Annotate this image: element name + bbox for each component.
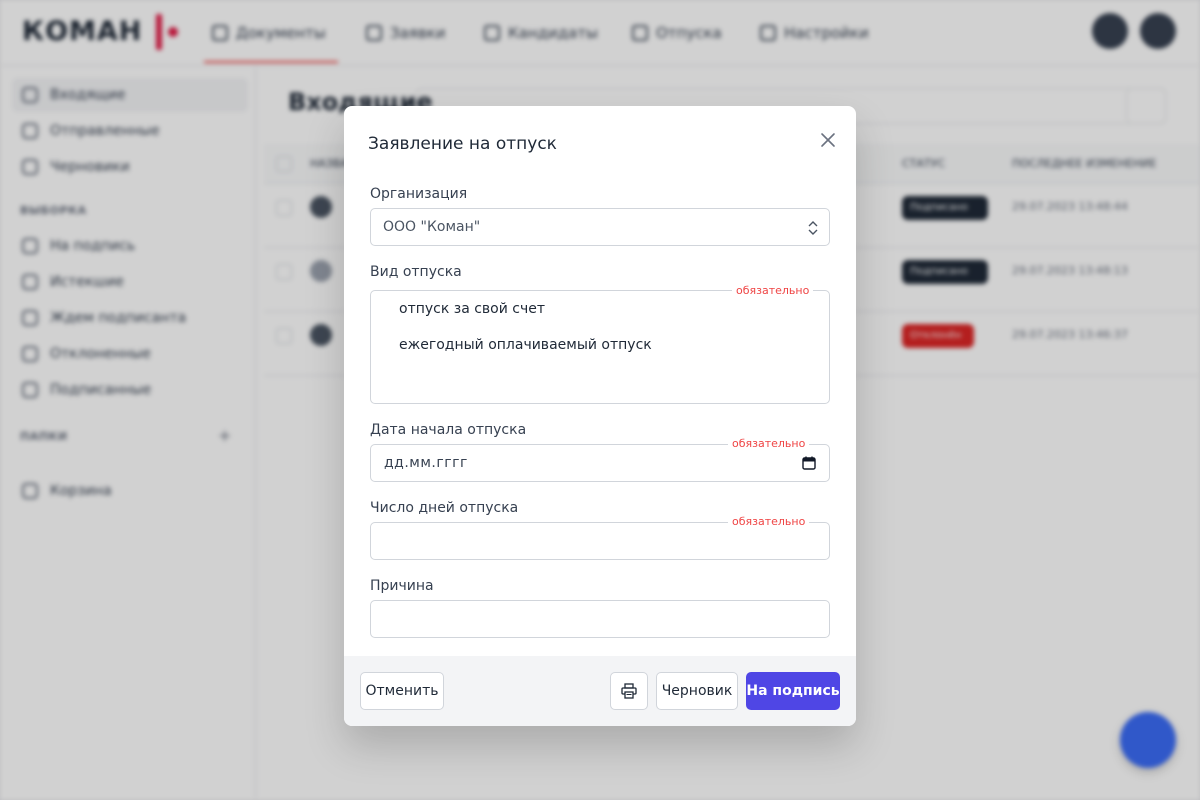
days-label: Число дней отпуска bbox=[370, 500, 519, 516]
vacation-type-option[interactable]: ежегодный оплачиваемый отпуск bbox=[399, 337, 652, 353]
close-button[interactable] bbox=[814, 126, 842, 154]
reason-input[interactable] bbox=[370, 600, 830, 638]
organization-select[interactable]: ООО "Коман" bbox=[370, 208, 830, 246]
calendar-icon[interactable] bbox=[801, 455, 817, 471]
cancel-button[interactable]: Отменить bbox=[360, 672, 444, 710]
start-date-label: Дата начала отпуска bbox=[370, 422, 527, 438]
draft-button[interactable]: Черновик bbox=[656, 672, 738, 710]
required-hint: обязательно bbox=[728, 438, 810, 450]
vacation-type-list[interactable]: отпуск за свой счет ежегодный оплачиваем… bbox=[370, 290, 830, 404]
modal-title: Заявление на отпуск bbox=[368, 134, 557, 154]
vacation-request-modal: Заявление на отпуск Организация ООО "Ком… bbox=[344, 106, 856, 726]
printer-icon bbox=[621, 683, 637, 699]
submit-button[interactable]: На подпись bbox=[746, 672, 840, 710]
modal-footer: Отменить Черновик На подпись bbox=[344, 656, 856, 726]
required-hint: обязательно bbox=[732, 285, 814, 297]
close-icon bbox=[821, 133, 835, 147]
required-hint: обязательно bbox=[728, 516, 810, 528]
vacation-type-option[interactable]: отпуск за свой счет bbox=[399, 301, 545, 317]
organization-value: ООО "Коман" bbox=[383, 219, 481, 235]
vacation-type-label: Вид отпуска bbox=[370, 264, 462, 280]
print-button[interactable] bbox=[610, 672, 648, 710]
organization-label: Организация bbox=[370, 186, 468, 202]
start-date-placeholder: дд.мм.гггг bbox=[384, 455, 468, 471]
select-arrows-icon bbox=[808, 221, 818, 235]
reason-label: Причина bbox=[370, 578, 434, 594]
